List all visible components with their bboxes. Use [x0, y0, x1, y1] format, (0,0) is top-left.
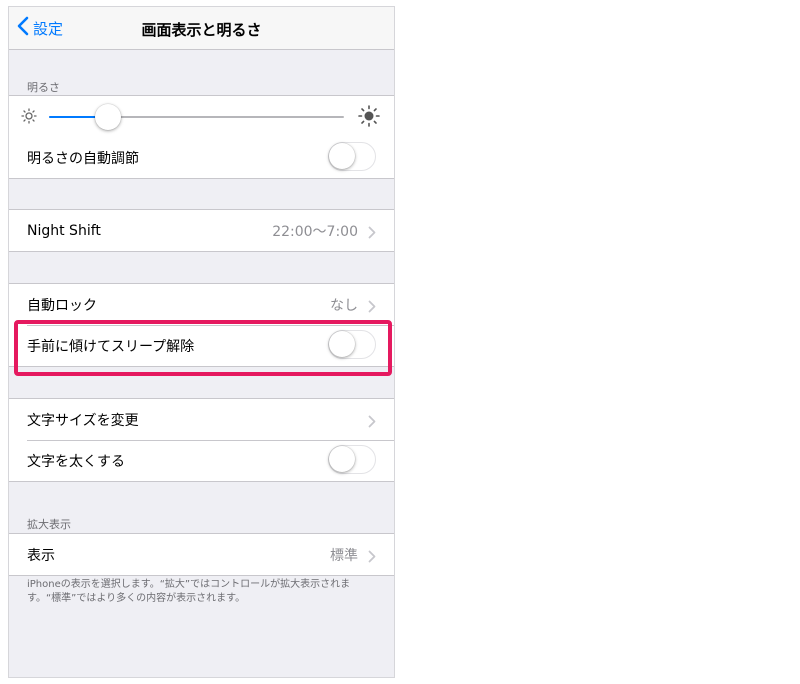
text-group: 文字サイズを変更 文字を太くする — [9, 398, 394, 482]
zoom-group: 表示 標準 — [9, 533, 394, 576]
raise-to-wake-label: 手前に傾けてスリープ解除 — [27, 338, 195, 355]
bold-text-label: 文字を太くする — [27, 453, 125, 470]
display-zoom-label: 表示 — [27, 547, 55, 564]
auto-lock-label: 自動ロック — [27, 297, 97, 314]
chevron-right-icon — [368, 224, 376, 243]
chevron-right-icon — [368, 298, 376, 317]
auto-lock-value: なし — [330, 297, 358, 314]
toggle-knob — [329, 331, 355, 357]
zoom-footer-note: iPhoneの表示を選択します。“拡大”ではコントロールが拡大表示されます。“標… — [27, 579, 351, 604]
display-zoom-value: 標準 — [330, 547, 358, 564]
brightness-slider-row — [9, 96, 394, 137]
toggle-knob — [329, 446, 355, 472]
display-zoom-row[interactable]: 表示 標準 — [9, 534, 394, 575]
chevron-right-icon — [368, 413, 376, 432]
night-shift-group: Night Shift 22:00〜7:00 — [9, 209, 394, 252]
settings-screen: 設定 画面表示と明るさ 明るさ 明るさの自動調節 Night Shift 22:… — [8, 6, 395, 678]
night-shift-value: 22:00〜7:00 — [272, 223, 358, 240]
navigation-bar: 設定 画面表示と明るさ — [9, 7, 394, 50]
night-shift-label: Night Shift — [27, 222, 101, 239]
brightness-slider[interactable] — [49, 104, 344, 130]
lock-group: 自動ロック なし 手前に傾けてスリープ解除 — [9, 283, 394, 367]
auto-brightness-label: 明るさの自動調節 — [27, 150, 139, 167]
auto-lock-row[interactable]: 自動ロック なし — [9, 284, 394, 325]
auto-brightness-row: 明るさの自動調節 — [9, 137, 394, 178]
zoom-section-header: 拡大表示 — [27, 518, 71, 531]
raise-to-wake-row: 手前に傾けてスリープ解除 — [9, 325, 394, 366]
brightness-slider-thumb[interactable] — [95, 104, 121, 130]
page-title: 画面表示と明るさ — [141, 21, 262, 39]
sun-large-icon — [358, 105, 380, 131]
bold-text-toggle[interactable] — [328, 445, 376, 474]
brightness-group: 明るさの自動調節 — [9, 95, 394, 179]
text-size-label: 文字サイズを変更 — [27, 412, 139, 429]
bold-text-row: 文字を太くする — [9, 440, 394, 481]
sun-small-icon — [21, 108, 37, 128]
brightness-section-header: 明るさ — [27, 81, 60, 94]
raise-to-wake-toggle[interactable] — [328, 330, 376, 359]
chevron-right-icon — [368, 548, 376, 567]
text-size-row[interactable]: 文字サイズを変更 — [9, 399, 394, 440]
night-shift-row[interactable]: Night Shift 22:00〜7:00 — [9, 210, 394, 251]
auto-brightness-toggle[interactable] — [328, 142, 376, 171]
toggle-knob — [329, 143, 355, 169]
